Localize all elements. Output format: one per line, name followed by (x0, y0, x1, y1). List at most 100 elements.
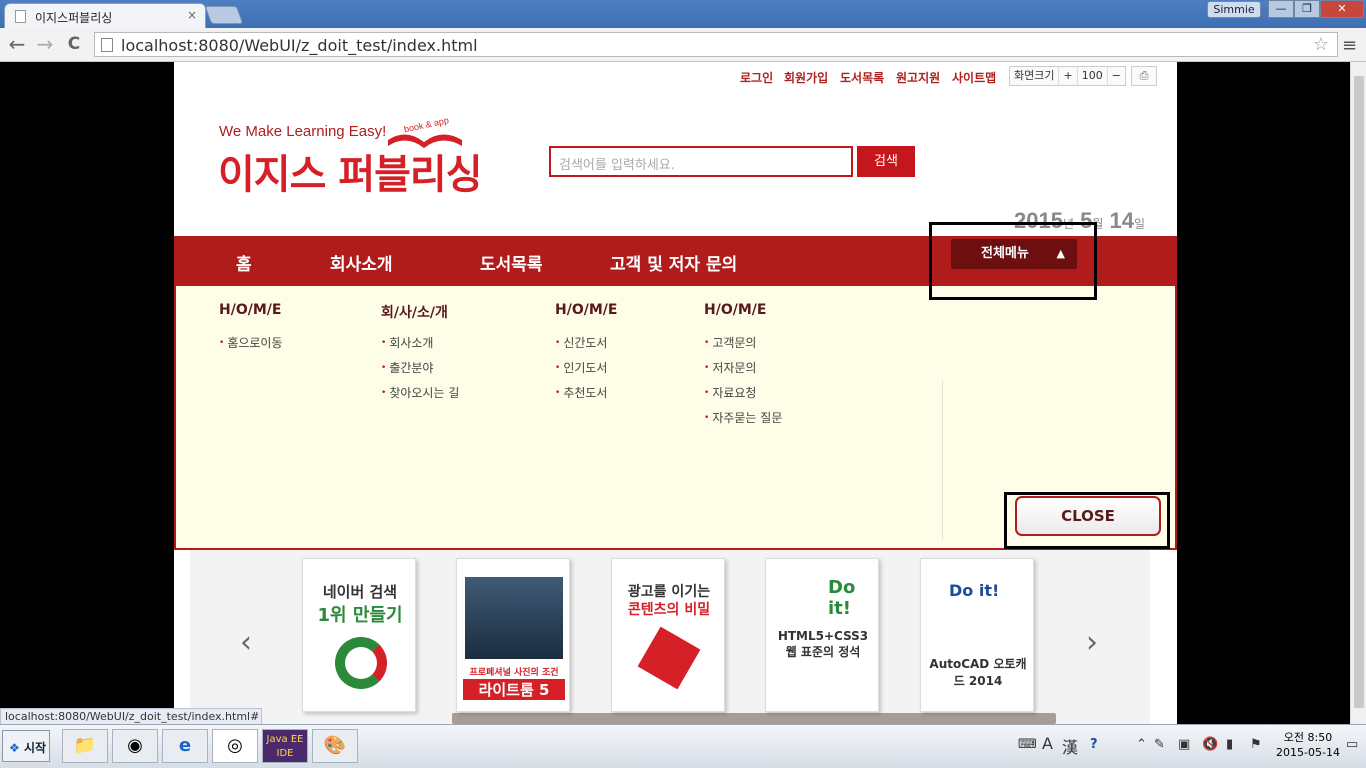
prev-arrow-icon[interactable]: ‹ (240, 625, 252, 660)
date-day: 14 (1109, 208, 1135, 233)
open-book-logo-icon: book & app (388, 118, 462, 148)
back-icon[interactable]: ← (5, 32, 29, 56)
book-title-line1: 프로페셔널 사진의 조건 (469, 668, 559, 678)
book-title-line2: 콘텐츠의 비밀 (627, 602, 711, 618)
col3-heading: H/O/M/E (555, 302, 618, 318)
book-cover[interactable]: 프로페셔널 사진의 조건 라이트룸 5 (456, 558, 570, 712)
profile-button[interactable]: Simmie (1207, 1, 1261, 18)
browser-tab[interactable]: 이지스퍼블리싱 × (4, 3, 206, 28)
col2-heading: 회/사/소/개 (381, 305, 448, 321)
col1-heading: H/O/M/E (219, 302, 282, 318)
book-cover[interactable]: 광고를 이기는 콘텐츠의 비밀 (611, 558, 725, 712)
help-icon[interactable]: ? (1090, 737, 1098, 752)
book-title-line2: AutoCAD 오토캐드 2014 (929, 657, 1027, 688)
volume-muted-icon[interactable]: 🔇 (1202, 737, 1218, 752)
restore-button[interactable]: ❐ (1294, 0, 1320, 18)
menu-link-company[interactable]: 회사소개 (381, 334, 433, 351)
scrollbar-thumb[interactable] (1354, 76, 1364, 708)
ime-mode-a[interactable]: A (1042, 734, 1053, 753)
menu-link-home[interactable]: 홈으로이동 (219, 334, 282, 351)
chrome-icon[interactable]: ◎ (212, 729, 258, 763)
menu-link-fields[interactable]: 출간분야 (381, 359, 433, 376)
sitemap-link[interactable]: 사이트맵 (952, 69, 996, 86)
highlight-box-all-menu (929, 222, 1097, 300)
menu-link-customer-inquiry[interactable]: 고객문의 (704, 334, 756, 351)
next-arrow-icon[interactable]: › (1086, 625, 1098, 660)
nav-books[interactable]: 도서목록 (480, 250, 543, 275)
address-bar[interactable]: localhost:8080/WebUI/z_doit_test/index.h… (94, 32, 1338, 57)
nav-inquiry[interactable]: 고객 및 저자 문의 (610, 250, 737, 275)
clock-time: 오전 8:50 (1283, 731, 1333, 744)
nav-home[interactable]: 홈 (236, 250, 252, 275)
ime-hanja[interactable]: 漢 (1062, 734, 1078, 758)
page-favicon-icon (15, 10, 26, 23)
date-day-unit: 일 (1134, 217, 1146, 231)
menu-link-recommended[interactable]: 추천도서 (555, 384, 607, 401)
book-app-text: book & app (403, 118, 450, 134)
eclipse-icon[interactable]: ◉ (112, 729, 158, 763)
minimize-button[interactable]: — (1268, 0, 1294, 18)
internet-explorer-icon[interactable]: e (162, 729, 208, 763)
paint-icon[interactable]: 🎨 (312, 729, 358, 763)
network-icon[interactable]: ▮ (1226, 737, 1233, 752)
nav-company[interactable]: 회사소개 (330, 250, 393, 275)
book-title-line1: 네이버 검색 (322, 583, 398, 601)
close-window-button[interactable]: ✕ (1320, 0, 1364, 18)
page-scrollbar[interactable] (1350, 62, 1366, 724)
menu-link-popular-books[interactable]: 인기도서 (555, 359, 607, 376)
donut-graphic (335, 637, 387, 689)
site-container: 로그인 회원가입 도서목록 원고지원 사이트맵 화면크기 + 100 − ⎙ W… (174, 62, 1177, 724)
zoom-in-button[interactable]: + (1059, 67, 1078, 85)
search-input[interactable]: 검색어를 입력하세요. (549, 146, 853, 177)
system-clock[interactable]: 오전 8:50 2015-05-14 (1276, 730, 1340, 760)
browser-chrome: 이지스퍼블리싱 × Simmie — ❐ ✕ ← → C localhost:8… (0, 0, 1366, 62)
forward-icon[interactable]: → (33, 32, 57, 56)
book-cover[interactable]: Do it! HTML5+CSS3 웹 표준의 정석 (765, 558, 879, 712)
pen-icon[interactable]: ✎ (1154, 737, 1165, 752)
signup-link[interactable]: 회원가입 (784, 69, 828, 86)
manuscript-link[interactable]: 원고지원 (896, 69, 940, 86)
book-title-line2: HTML5+CSS3 웹 표준의 정석 (777, 629, 869, 659)
book-cover[interactable]: 네이버 검색 1위 만들기 (302, 558, 416, 712)
url-text: localhost:8080/WebUI/z_doit_test/index.h… (121, 36, 478, 55)
book-title-line1: Do it! (828, 577, 856, 619)
menu-link-faq[interactable]: 자주묻는 질문 (704, 409, 782, 426)
tab-close-icon[interactable]: × (187, 8, 197, 22)
login-link[interactable]: 로그인 (740, 69, 773, 86)
status-bar-url: localhost:8080/WebUI/z_doit_test/index.h… (0, 708, 262, 725)
book-title-line2: 라이트룸 5 (463, 679, 565, 700)
zoom-control: 화면크기 + 100 − (1009, 66, 1126, 86)
java-ee-ide-icon[interactable]: Java EE IDE (262, 729, 308, 763)
clock-date: 2015-05-14 (1276, 746, 1340, 759)
menu-link-resource-request[interactable]: 자료요청 (704, 384, 756, 401)
book-title-line1: Do it! (949, 581, 1000, 600)
action-center-flag-icon[interactable]: ⚑ (1250, 737, 1262, 752)
device-icon[interactable]: ▣ (1178, 737, 1190, 752)
chrome-menu-icon[interactable]: ≡ (1342, 35, 1357, 56)
show-hidden-icons[interactable]: ⌃ (1136, 737, 1147, 752)
bookmark-star-icon[interactable]: ☆ (1313, 34, 1329, 55)
book-title-line1: 광고를 이기는 (627, 584, 711, 600)
zoom-value: 100 (1078, 67, 1108, 85)
show-desktop-icon[interactable]: ▭ (1346, 737, 1358, 752)
new-tab-button[interactable] (204, 6, 244, 24)
zoom-out-button[interactable]: − (1108, 67, 1125, 85)
file-explorer-icon[interactable]: 📁 (62, 729, 108, 763)
book-list-link[interactable]: 도서목록 (840, 69, 884, 86)
browser-toolbar: ← → C localhost:8080/WebUI/z_doit_test/i… (0, 28, 1366, 62)
search-button[interactable]: 검색 (857, 146, 915, 177)
cover-photo (465, 577, 563, 659)
book-carousel: ‹ › 네이버 검색 1위 만들기 프로페셔널 사진의 조건 라이트룸 5 광고… (190, 550, 1150, 724)
zoom-label: 화면크기 (1010, 67, 1060, 85)
menu-link-new-books[interactable]: 신간도서 (555, 334, 607, 351)
start-button[interactable]: ❖ 시작 (2, 730, 50, 762)
windows-taskbar: ❖ 시작 📁 ◉ e ◎ Java EE IDE 🎨 ⌨ A 漢 ? ⌃ ✎ ▣ … (0, 724, 1366, 768)
panel-divider (942, 380, 943, 540)
menu-link-directions[interactable]: 찾아오시는 길 (381, 384, 459, 401)
language-bar-icon[interactable]: ⌨ (1018, 737, 1037, 752)
tab-strip: 이지스퍼블리싱 × Simmie — ❐ ✕ (0, 0, 1366, 28)
book-cover[interactable]: Do it! AutoCAD 오토캐드 2014 (920, 558, 1034, 712)
menu-link-author-inquiry[interactable]: 저자문의 (704, 359, 756, 376)
print-icon[interactable]: ⎙ (1131, 66, 1157, 86)
reload-icon[interactable]: C (62, 34, 86, 54)
